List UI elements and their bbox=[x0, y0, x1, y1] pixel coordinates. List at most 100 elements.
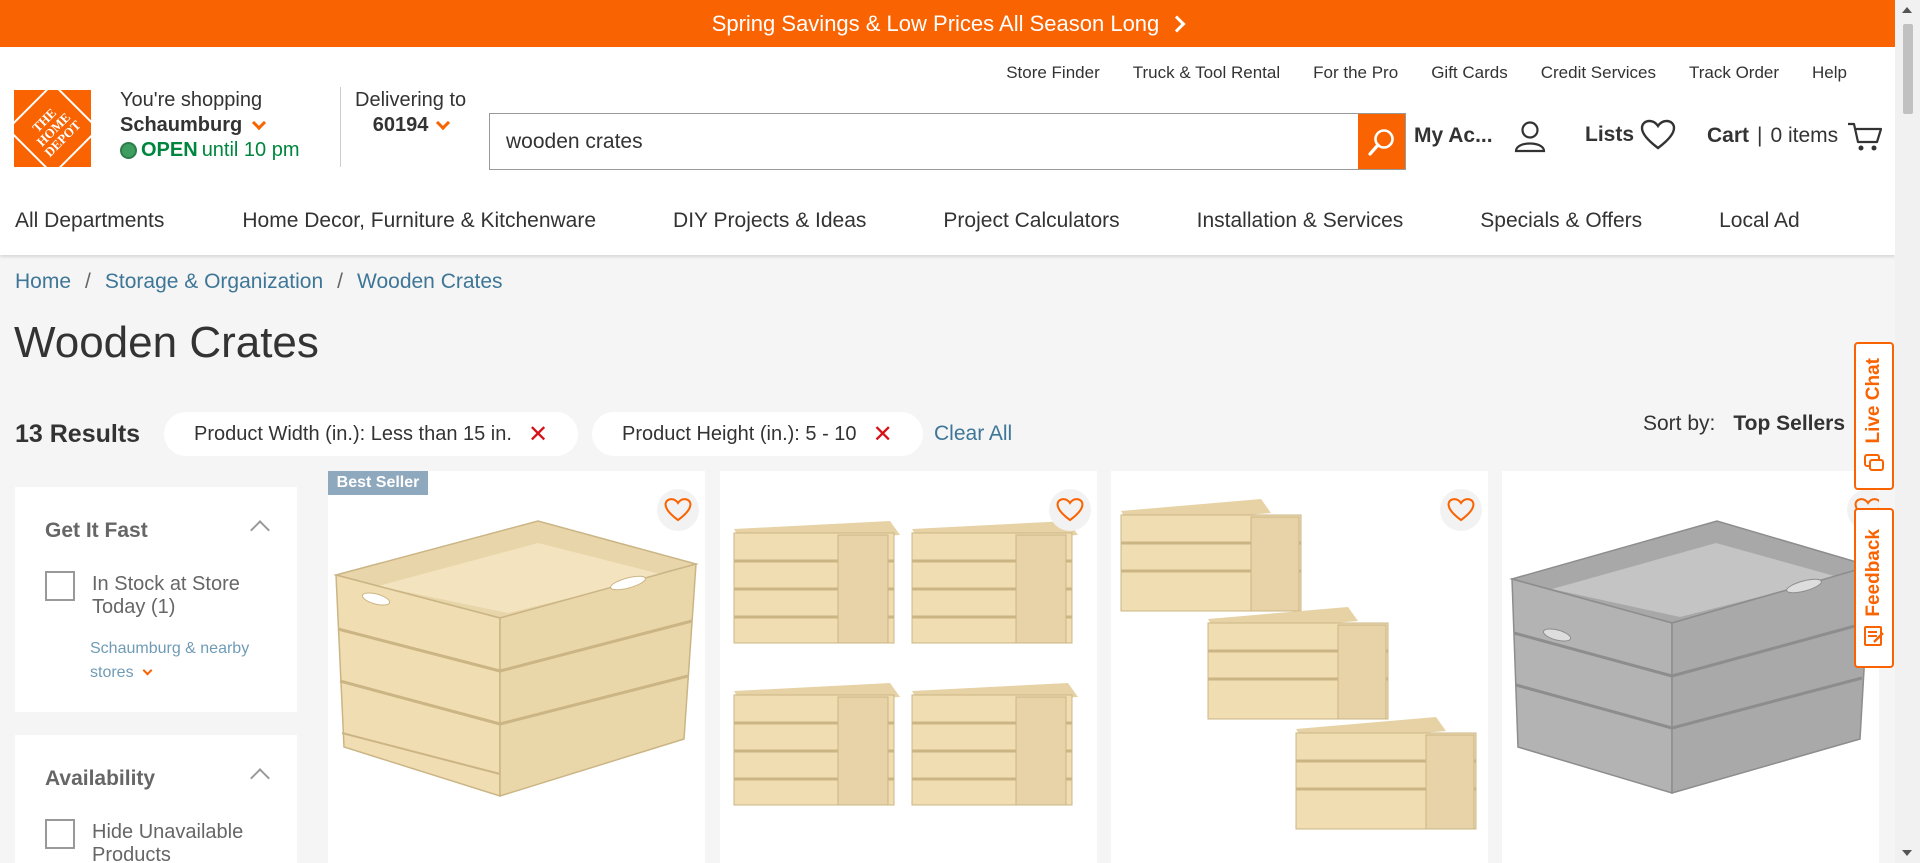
truck-tool-rental-link[interactable]: Truck & Tool Rental bbox=[1133, 63, 1280, 83]
product-image[interactable] bbox=[328, 471, 705, 863]
logo-text: THE HOME DEPOT bbox=[5, 81, 100, 176]
scroll-down-icon[interactable] bbox=[1902, 850, 1912, 856]
breadcrumb-separator: / bbox=[85, 270, 91, 293]
my-account-button[interactable]: My Ac... bbox=[1414, 119, 1547, 153]
user-icon bbox=[1514, 121, 1545, 153]
favorite-button[interactable] bbox=[657, 489, 699, 531]
page-title: Wooden Crates bbox=[14, 318, 319, 367]
clear-all-link[interactable]: Clear All bbox=[934, 422, 1012, 446]
heart-icon bbox=[1640, 119, 1676, 150]
product-image[interactable] bbox=[1502, 471, 1879, 863]
help-link[interactable]: Help bbox=[1812, 63, 1847, 83]
product-image[interactable] bbox=[1111, 471, 1488, 863]
delivery-zip[interactable]: 60194 bbox=[373, 113, 429, 138]
store-name[interactable]: Schaumburg bbox=[120, 113, 242, 138]
breadcrumb-storage[interactable]: Storage & Organization bbox=[105, 270, 323, 294]
nav-specials-offers[interactable]: Specials & Offers bbox=[1480, 209, 1642, 233]
header-divider bbox=[340, 87, 341, 167]
cart-button[interactable]: Cart | 0 items bbox=[1707, 119, 1884, 153]
chevron-right-icon bbox=[1168, 15, 1186, 32]
panel-title[interactable]: Get It Fast bbox=[45, 519, 148, 543]
live-chat-label[interactable]: Live Chat bbox=[1863, 358, 1885, 444]
track-order-link[interactable]: Track Order bbox=[1689, 63, 1779, 83]
chevron-up-icon[interactable] bbox=[250, 520, 270, 540]
nav-local-ad[interactable]: Local Ad bbox=[1719, 209, 1800, 233]
chat-icon bbox=[1864, 453, 1884, 471]
main-nav: All Departments Home Decor, Furniture & … bbox=[15, 209, 1800, 233]
search-button[interactable] bbox=[1358, 114, 1405, 169]
chevron-down-icon[interactable] bbox=[436, 115, 451, 131]
availability-panel: Availability Hide Unavailable Products bbox=[15, 735, 297, 863]
feedback-tab[interactable]: Feedback bbox=[1854, 508, 1894, 668]
sort-label: Sort by: bbox=[1643, 412, 1716, 435]
chevron-up-icon[interactable] bbox=[250, 768, 270, 788]
lists-button[interactable]: Lists bbox=[1585, 119, 1676, 151]
chevron-down-icon[interactable] bbox=[252, 115, 267, 131]
utility-links: Store Finder Truck & Tool Rental For the… bbox=[1006, 63, 1847, 83]
search-input[interactable] bbox=[490, 114, 1358, 169]
filter-chip-label: Product Height (in.): 5 - 10 bbox=[622, 422, 857, 445]
best-seller-badge: Best Seller bbox=[328, 471, 428, 495]
cart-label[interactable]: Cart bbox=[1707, 124, 1749, 148]
store-hours: until 10 pm bbox=[201, 139, 300, 161]
hide-unavailable-label[interactable]: Hide Unavailable Products bbox=[92, 821, 272, 863]
nav-home-decor[interactable]: Home Decor, Furniture & Kitchenware bbox=[242, 209, 596, 233]
nav-all-departments[interactable]: All Departments bbox=[15, 209, 164, 233]
scroll-up-icon[interactable] bbox=[1902, 7, 1912, 13]
results-count: 13 Results bbox=[15, 420, 141, 448]
account-label[interactable]: My Ac... bbox=[1414, 124, 1493, 148]
in-stock-label[interactable]: In Stock at Store Today (1) bbox=[92, 573, 272, 619]
get-it-fast-panel: Get It Fast In Stock at Store Today (1) … bbox=[15, 487, 297, 712]
promo-text[interactable]: Spring Savings & Low Prices All Season L… bbox=[712, 11, 1160, 37]
breadcrumb-separator: / bbox=[337, 270, 344, 293]
product-card[interactable] bbox=[720, 471, 1097, 863]
delivering-label: Delivering to bbox=[355, 89, 467, 111]
hide-unavailable-checkbox[interactable] bbox=[45, 819, 75, 849]
filter-chip-height[interactable]: Product Height (in.): 5 - 10 ✕ bbox=[592, 412, 923, 456]
filter-chip-width[interactable]: Product Width (in.): Less than 15 in. ✕ bbox=[164, 412, 579, 456]
lists-label[interactable]: Lists bbox=[1585, 123, 1634, 147]
feedback-icon bbox=[1864, 625, 1884, 646]
shopping-label: You're shopping bbox=[120, 89, 263, 111]
search-bar bbox=[489, 113, 1406, 170]
gift-cards-link[interactable]: Gift Cards bbox=[1431, 63, 1508, 83]
feedback-label[interactable]: Feedback bbox=[1863, 529, 1885, 617]
credit-services-link[interactable]: Credit Services bbox=[1541, 63, 1656, 83]
promo-banner[interactable]: Spring Savings & Low Prices All Season L… bbox=[0, 0, 1895, 47]
store-status: OPEN bbox=[141, 139, 198, 161]
favorite-button[interactable] bbox=[1049, 489, 1091, 531]
scrollbar-thumb[interactable] bbox=[1903, 24, 1913, 114]
live-chat-tab[interactable]: Live Chat bbox=[1854, 342, 1894, 490]
breadcrumb-wooden-crates[interactable]: Wooden Crates bbox=[357, 270, 503, 294]
in-stock-checkbox[interactable] bbox=[45, 571, 75, 601]
favorite-button[interactable] bbox=[1440, 489, 1482, 531]
store-location-text[interactable]: Schaumburg & nearby stores bbox=[90, 640, 249, 681]
home-depot-logo[interactable]: THE HOME DEPOT bbox=[5, 81, 100, 176]
product-image[interactable] bbox=[720, 471, 1097, 863]
heart-icon bbox=[664, 498, 692, 522]
breadcrumb-home[interactable]: Home bbox=[15, 270, 71, 294]
chevron-down-icon bbox=[142, 665, 153, 676]
cart-separator: | bbox=[1757, 124, 1763, 147]
for-the-pro-link[interactable]: For the Pro bbox=[1313, 63, 1398, 83]
nav-installation-services[interactable]: Installation & Services bbox=[1197, 209, 1404, 233]
breadcrumb: Home / Storage & Organization / Wooden C… bbox=[15, 270, 503, 294]
remove-filter-icon[interactable]: ✕ bbox=[528, 420, 548, 449]
store-finder-link[interactable]: Store Finder bbox=[1006, 63, 1100, 83]
filter-chip-label: Product Width (in.): Less than 15 in. bbox=[194, 422, 512, 445]
product-card[interactable] bbox=[1502, 471, 1879, 863]
remove-filter-icon[interactable]: ✕ bbox=[873, 420, 893, 449]
store-location-link[interactable]: Schaumburg & nearby stores bbox=[90, 637, 270, 685]
delivery-zip-selector[interactable]: Delivering to 60194 bbox=[355, 88, 466, 138]
sort-dropdown[interactable]: Sort by: Top Sellers bbox=[1643, 412, 1845, 436]
product-card[interactable] bbox=[1111, 471, 1488, 863]
panel-title[interactable]: Availability bbox=[45, 767, 155, 791]
heart-icon bbox=[1056, 498, 1084, 522]
nav-diy-projects[interactable]: DIY Projects & Ideas bbox=[673, 209, 866, 233]
cart-count[interactable]: 0 items bbox=[1770, 124, 1838, 148]
nav-project-calculators[interactable]: Project Calculators bbox=[943, 209, 1119, 233]
product-card[interactable] bbox=[328, 471, 705, 863]
page-scrollbar[interactable] bbox=[1895, 0, 1920, 863]
sort-value[interactable]: Top Sellers bbox=[1733, 412, 1845, 436]
store-selector[interactable]: You're shopping Schaumburg OPEN until 10… bbox=[120, 88, 300, 163]
